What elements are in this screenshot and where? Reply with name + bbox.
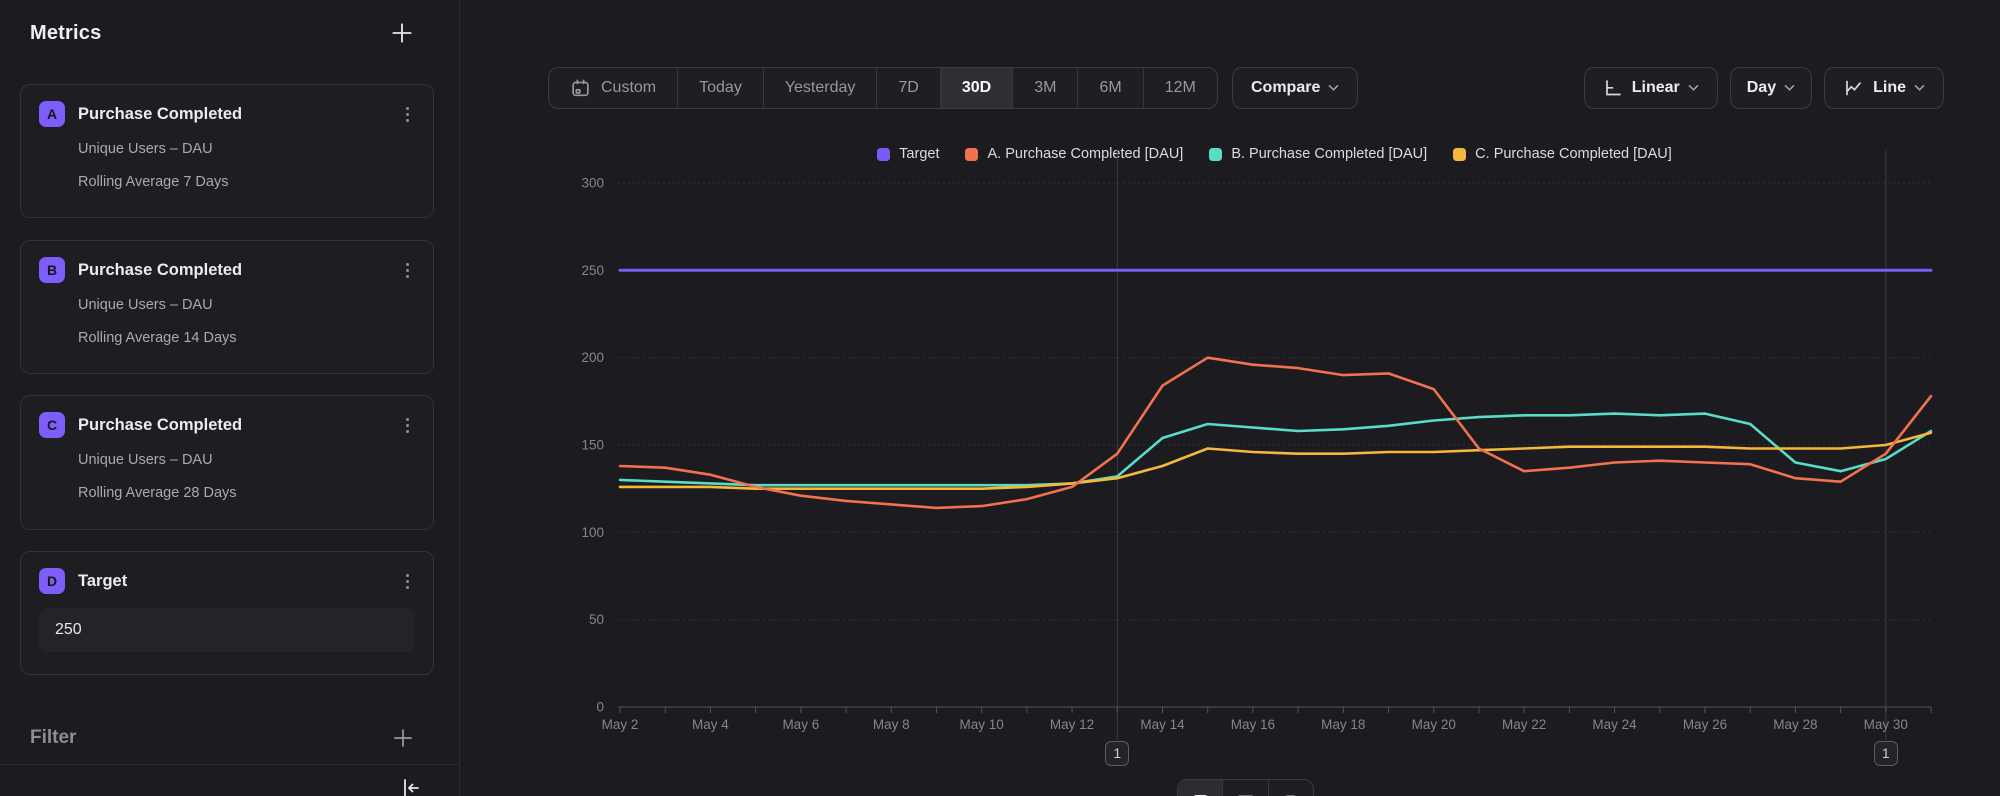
metric-measure: Unique Users – DAU [39, 452, 415, 468]
kebab-menu-icon[interactable] [400, 414, 415, 437]
metric-badge-c: C [39, 412, 65, 438]
metric-badge-a: A [39, 101, 65, 127]
metric-measure: Unique Users – DAU [39, 141, 415, 157]
svg-text:50: 50 [589, 612, 604, 627]
target-card[interactable]: D Target [20, 551, 434, 675]
filter-section: Filter [30, 726, 415, 750]
svg-text:150: 150 [581, 438, 604, 453]
svg-text:May 2: May 2 [602, 717, 639, 732]
svg-text:250: 250 [581, 263, 604, 278]
plus-icon [389, 20, 415, 46]
metric-measure: Unique Users – DAU [39, 297, 415, 313]
svg-text:May 20: May 20 [1412, 717, 1456, 732]
svg-text:May 10: May 10 [960, 717, 1004, 732]
svg-text:May 24: May 24 [1592, 717, 1637, 732]
metrics-title: Metrics [30, 22, 101, 45]
target-title: Target [78, 572, 127, 591]
sidebar-header: Metrics [30, 20, 415, 46]
kebab-menu-icon[interactable] [400, 103, 415, 126]
metric-title: Purchase Completed [78, 105, 242, 124]
collapse-sidebar-button[interactable] [399, 776, 423, 796]
add-filter-button[interactable] [391, 726, 415, 750]
kebab-menu-icon[interactable] [400, 259, 415, 282]
metric-card-b[interactable]: B Purchase Completed Unique Users – DAU … [20, 240, 434, 374]
metric-card-a[interactable]: A Purchase Completed Unique Users – DAU … [20, 84, 434, 218]
chart-panel: Custom Today Yesterday 7D 30D 3M 6M 12M … [461, 0, 2000, 796]
plus-icon [391, 726, 415, 750]
svg-text:May 8: May 8 [873, 717, 910, 732]
metric-rolling-average: Rolling Average 28 Days [39, 485, 415, 501]
svg-text:100: 100 [581, 525, 604, 540]
annotation-badge[interactable]: 1 [1105, 741, 1129, 766]
metric-title: Purchase Completed [78, 261, 242, 280]
collapse-sidebar-icon [399, 776, 423, 796]
app-root: Metrics A Purchase Completed Unique User… [0, 0, 2000, 796]
breakdown-view-button[interactable] [1222, 780, 1267, 796]
svg-text:May 6: May 6 [782, 717, 819, 732]
target-value-input[interactable] [39, 608, 415, 652]
svg-text:May 12: May 12 [1050, 717, 1094, 732]
svg-text:May 28: May 28 [1773, 717, 1817, 732]
metric-badge-d: D [39, 568, 65, 594]
svg-text:May 30: May 30 [1864, 717, 1908, 732]
add-metric-button[interactable] [389, 20, 415, 46]
chart-view-button[interactable] [1178, 780, 1222, 796]
sidebar-divider [0, 764, 460, 765]
annotation-badge[interactable]: 1 [1874, 741, 1898, 766]
svg-text:May 22: May 22 [1502, 717, 1546, 732]
svg-text:200: 200 [581, 350, 604, 365]
svg-text:May 16: May 16 [1231, 717, 1275, 732]
svg-text:May 4: May 4 [692, 717, 729, 732]
svg-text:0: 0 [596, 700, 604, 715]
svg-text:300: 300 [581, 176, 604, 191]
svg-text:May 18: May 18 [1321, 717, 1365, 732]
filter-title: Filter [30, 727, 76, 749]
view-toggle [1177, 779, 1314, 796]
table-view-button[interactable] [1268, 780, 1313, 796]
svg-text:May 26: May 26 [1683, 717, 1727, 732]
line-chart: 0 50 100 150 200 250 300 May 2 May 4 May 6 May 8 Ma… [461, 0, 2000, 796]
metric-rolling-average: Rolling Average 14 Days [39, 330, 415, 346]
metric-badge-b: B [39, 257, 65, 283]
kebab-menu-icon[interactable] [400, 570, 415, 593]
svg-text:May 14: May 14 [1140, 717, 1185, 732]
metric-card-c[interactable]: C Purchase Completed Unique Users – DAU … [20, 395, 434, 530]
metric-rolling-average: Rolling Average 7 Days [39, 174, 415, 190]
metric-title: Purchase Completed [78, 416, 242, 435]
sidebar: Metrics A Purchase Completed Unique User… [0, 0, 460, 796]
